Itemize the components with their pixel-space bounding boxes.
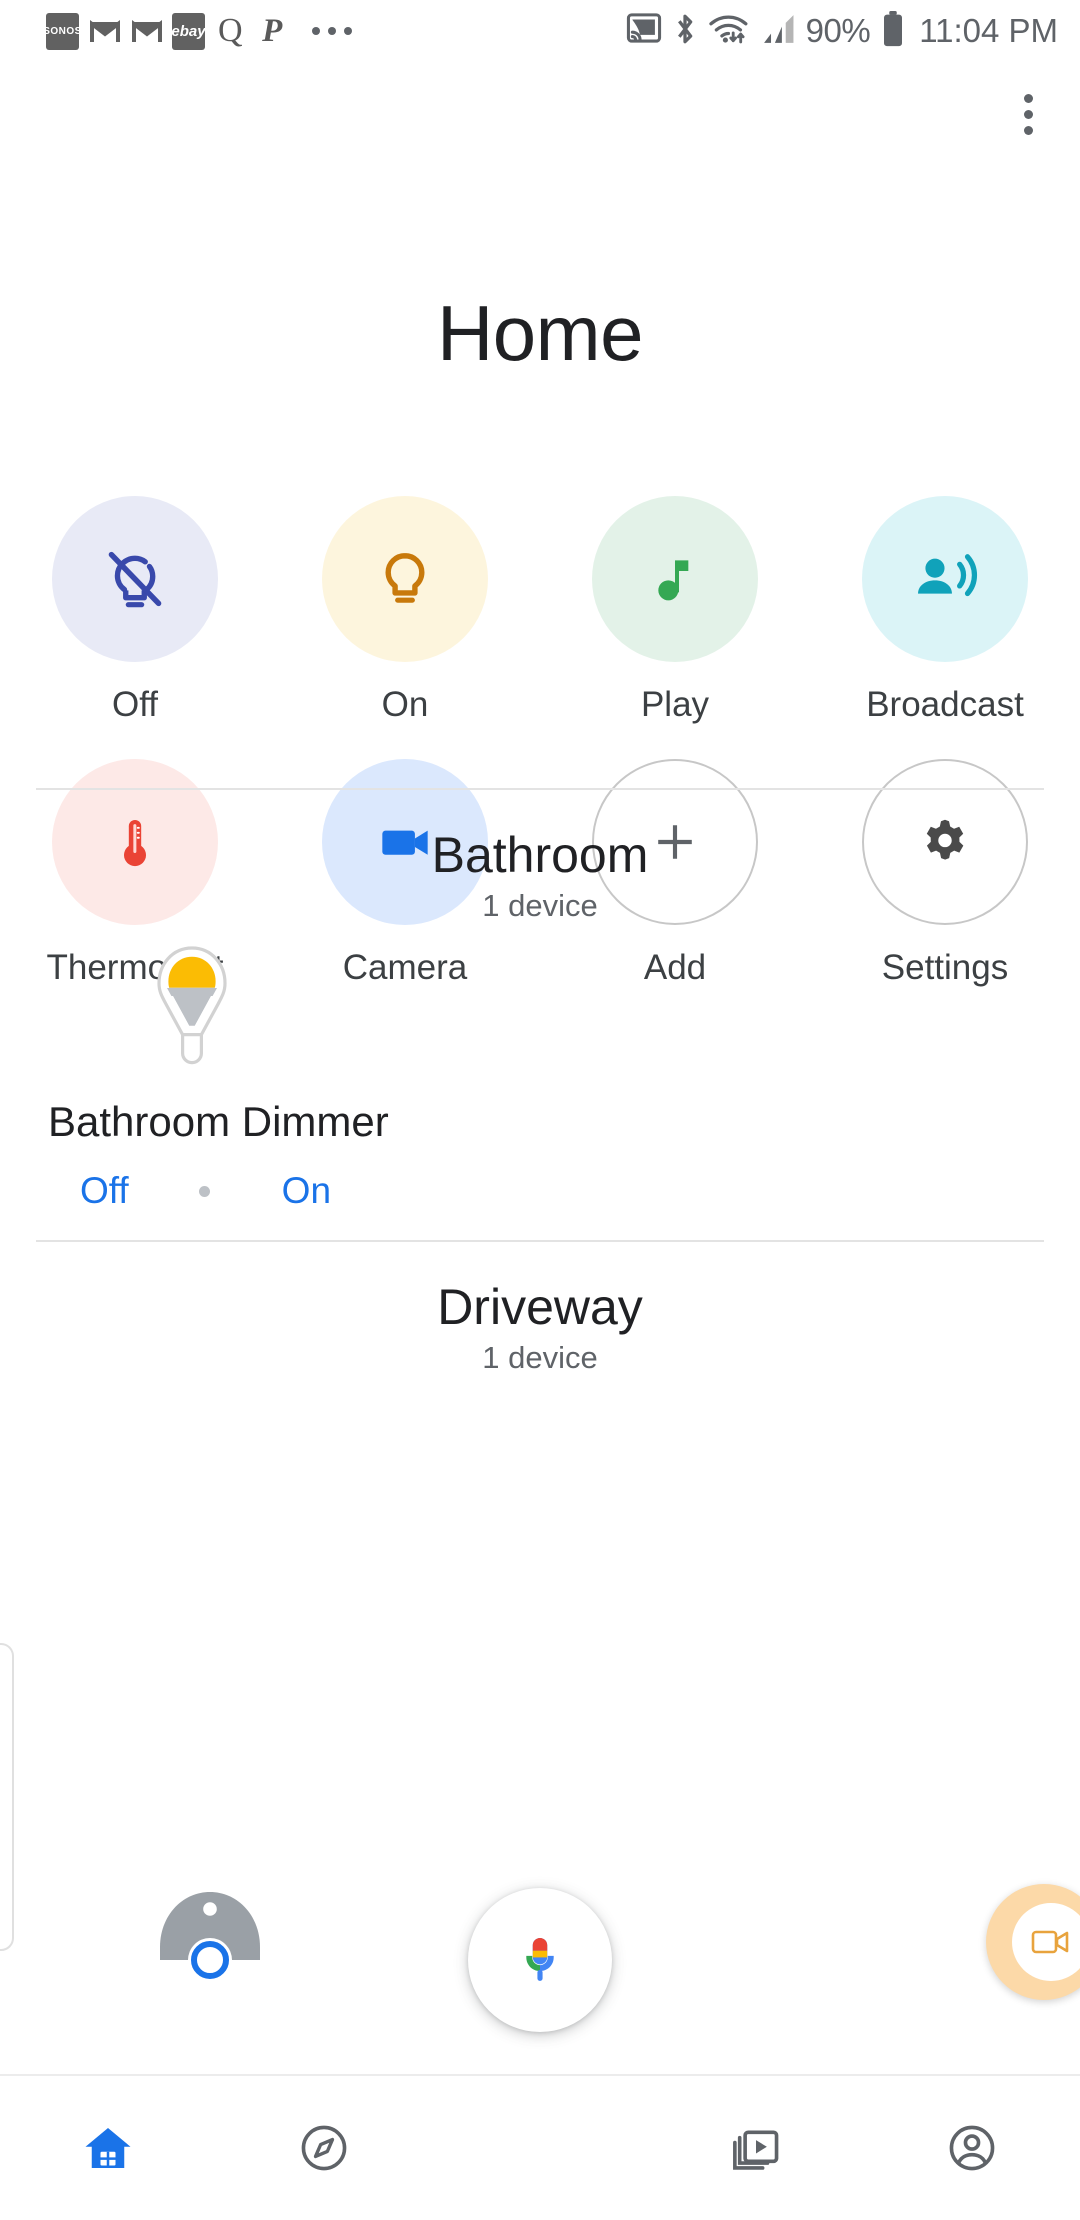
wifi-icon (708, 12, 750, 51)
control-separator-dot (199, 1186, 210, 1197)
music-note-icon (592, 496, 758, 662)
videocam-pip-icon (1031, 1927, 1071, 1957)
mic-icon (509, 1929, 571, 1991)
assistant-mic-button[interactable] (468, 1888, 612, 2032)
status-bar-app-icons: SONOS ebay Q P (46, 13, 366, 50)
gmail-icon (88, 13, 121, 50)
action-label: Settings (882, 948, 1008, 988)
action-on[interactable]: On (270, 496, 540, 725)
dimmer-bulb-icon[interactable] (138, 944, 246, 1093)
nav-home[interactable] (0, 2118, 216, 2178)
media-icon (727, 2119, 785, 2177)
ebay-icon: ebay (172, 13, 205, 50)
nav-account[interactable] (864, 2119, 1080, 2177)
action-play[interactable]: Play (540, 496, 810, 725)
section-divider (36, 1240, 1044, 1242)
sonos-icon: SONOS (46, 13, 79, 50)
broadcast-icon (862, 496, 1028, 662)
action-label: Play (641, 685, 709, 725)
lightbulb-on-icon (322, 496, 488, 662)
room-title-bathroom: Bathroom (0, 826, 1080, 884)
page-title: Home (0, 288, 1080, 379)
camera-pip-bubble[interactable] (986, 1884, 1080, 2000)
device-off-button[interactable]: Off (80, 1170, 129, 1212)
action-label: Camera (343, 948, 467, 988)
status-bar-system-icons: 90% 11:04 PM (626, 11, 1058, 52)
section-divider (36, 788, 1044, 790)
paypal-icon: P (256, 13, 289, 50)
dot (1024, 94, 1033, 103)
adjacent-card-edge (0, 1643, 14, 1951)
speaker-device-icon[interactable] (146, 1880, 274, 2008)
room-title-driveway: Driveway (0, 1278, 1080, 1336)
nav-explore[interactable] (216, 2119, 432, 2177)
more-options-button[interactable] (1000, 86, 1056, 142)
room-device-count-bathroom: 1 device (0, 888, 1080, 924)
dot (1024, 126, 1033, 135)
cellular-signal-icon (761, 13, 795, 50)
gmail-icon-2 (130, 13, 163, 50)
device-controls-bathroom-dimmer: Off On (80, 1170, 331, 1212)
action-label: Broadcast (866, 685, 1024, 725)
dot (1024, 110, 1033, 119)
bottom-navigation-bar (0, 2074, 1080, 2220)
quick-actions-row-1: Off On Play (0, 496, 1080, 725)
action-broadcast[interactable]: Broadcast (810, 496, 1080, 725)
cast-icon (626, 13, 662, 50)
battery-percent-label: 90% (806, 12, 871, 50)
home-icon (78, 2118, 138, 2178)
status-overflow-icon (312, 27, 352, 35)
action-label: On (382, 685, 429, 725)
compass-icon (295, 2119, 353, 2177)
quora-icon: Q (214, 13, 247, 50)
action-off[interactable]: Off (0, 496, 270, 725)
action-label: Add (644, 948, 706, 988)
account-icon (943, 2119, 1001, 2177)
clock-label: 11:04 PM (919, 12, 1058, 50)
device-name-bathroom-dimmer: Bathroom Dimmer (48, 1098, 389, 1146)
bluetooth-icon (673, 12, 697, 51)
action-label: Off (112, 685, 158, 725)
battery-icon (881, 11, 905, 52)
room-device-count-driveway: 1 device (0, 1340, 1080, 1376)
status-bar: SONOS ebay Q P (0, 0, 1080, 62)
camera-pip-inner (1012, 1903, 1080, 1981)
device-on-button[interactable]: On (282, 1170, 331, 1212)
lightbulb-off-icon (52, 496, 218, 662)
nav-media[interactable] (648, 2119, 864, 2177)
